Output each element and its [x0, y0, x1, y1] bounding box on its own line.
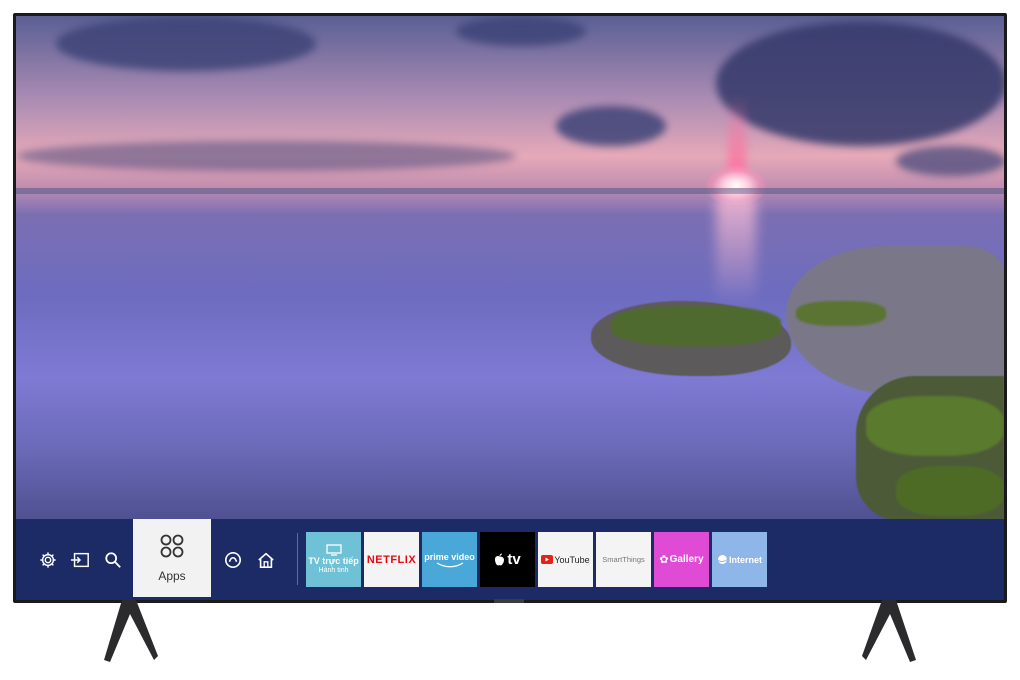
cloud: [456, 16, 586, 46]
source-icon[interactable]: [69, 549, 91, 571]
smile-arrow-icon: [436, 561, 463, 567]
cloud: [56, 16, 316, 71]
tv-logo-bar: [494, 599, 524, 603]
gear-icon[interactable]: [37, 549, 59, 571]
netflix-logo: NETFLIX: [366, 553, 417, 566]
tv-screen: Apps TV trực tiếp Hành tinh NETFLIX prim…: [16, 16, 1004, 600]
flower-icon: ✿: [659, 554, 669, 566]
cloud: [716, 21, 1004, 146]
tv-frame: Apps TV trực tiếp Hành tinh NETFLIX prim…: [13, 13, 1007, 603]
apps-label: Apps: [158, 569, 186, 583]
app-tile-gallery[interactable]: ✿ Gallery: [654, 532, 709, 587]
apps-icon: [160, 534, 184, 558]
apple-icon: [495, 553, 505, 566]
sun-reflection: [716, 196, 756, 306]
horizon: [16, 188, 1004, 194]
tv-stand-right: [862, 600, 916, 662]
internet-icon: [717, 555, 728, 564]
apple-tv-logo: tv: [507, 551, 521, 568]
app-tile-apple-tv[interactable]: tv: [480, 532, 535, 587]
cloud: [556, 106, 666, 146]
cloud: [16, 141, 516, 171]
search-icon[interactable]: [102, 549, 124, 571]
app-tile-tv-truc-tiep[interactable]: TV trực tiếp Hành tinh: [306, 532, 361, 587]
app-tile-netflix[interactable]: NETFLIX: [364, 532, 419, 587]
ambient-icon[interactable]: [222, 549, 244, 571]
app-tile-youtube[interactable]: YouTube: [538, 532, 593, 587]
app-tile-line1: TV trực tiếp: [308, 555, 359, 566]
smart-hub-bar: Apps TV trực tiếp Hành tinh NETFLIX prim…: [16, 519, 1004, 600]
home-icon[interactable]: [255, 549, 277, 571]
prime-video-logo: prime video: [424, 551, 475, 562]
moss: [896, 466, 1004, 516]
app-tile-smartthings[interactable]: SmartThings: [596, 532, 651, 587]
app-tile-prime-video[interactable]: prime video: [422, 532, 477, 587]
app-tile-line2: Hành tinh: [318, 566, 349, 574]
moss: [796, 301, 886, 326]
gallery-logo: Gallery: [669, 553, 704, 565]
divider: [297, 533, 298, 585]
moss: [611, 306, 781, 346]
internet-logo: Internet: [728, 554, 762, 565]
tv-stand-left: [104, 600, 158, 662]
youtube-icon: [541, 555, 554, 564]
moss: [866, 396, 1004, 456]
tv-icon: [325, 543, 342, 556]
app-tile-internet[interactable]: Internet: [712, 532, 767, 587]
apps-button[interactable]: Apps: [133, 519, 211, 597]
smartthings-logo: SmartThings: [602, 555, 645, 564]
cloud: [896, 146, 1004, 176]
youtube-logo: YouTube: [554, 554, 590, 565]
